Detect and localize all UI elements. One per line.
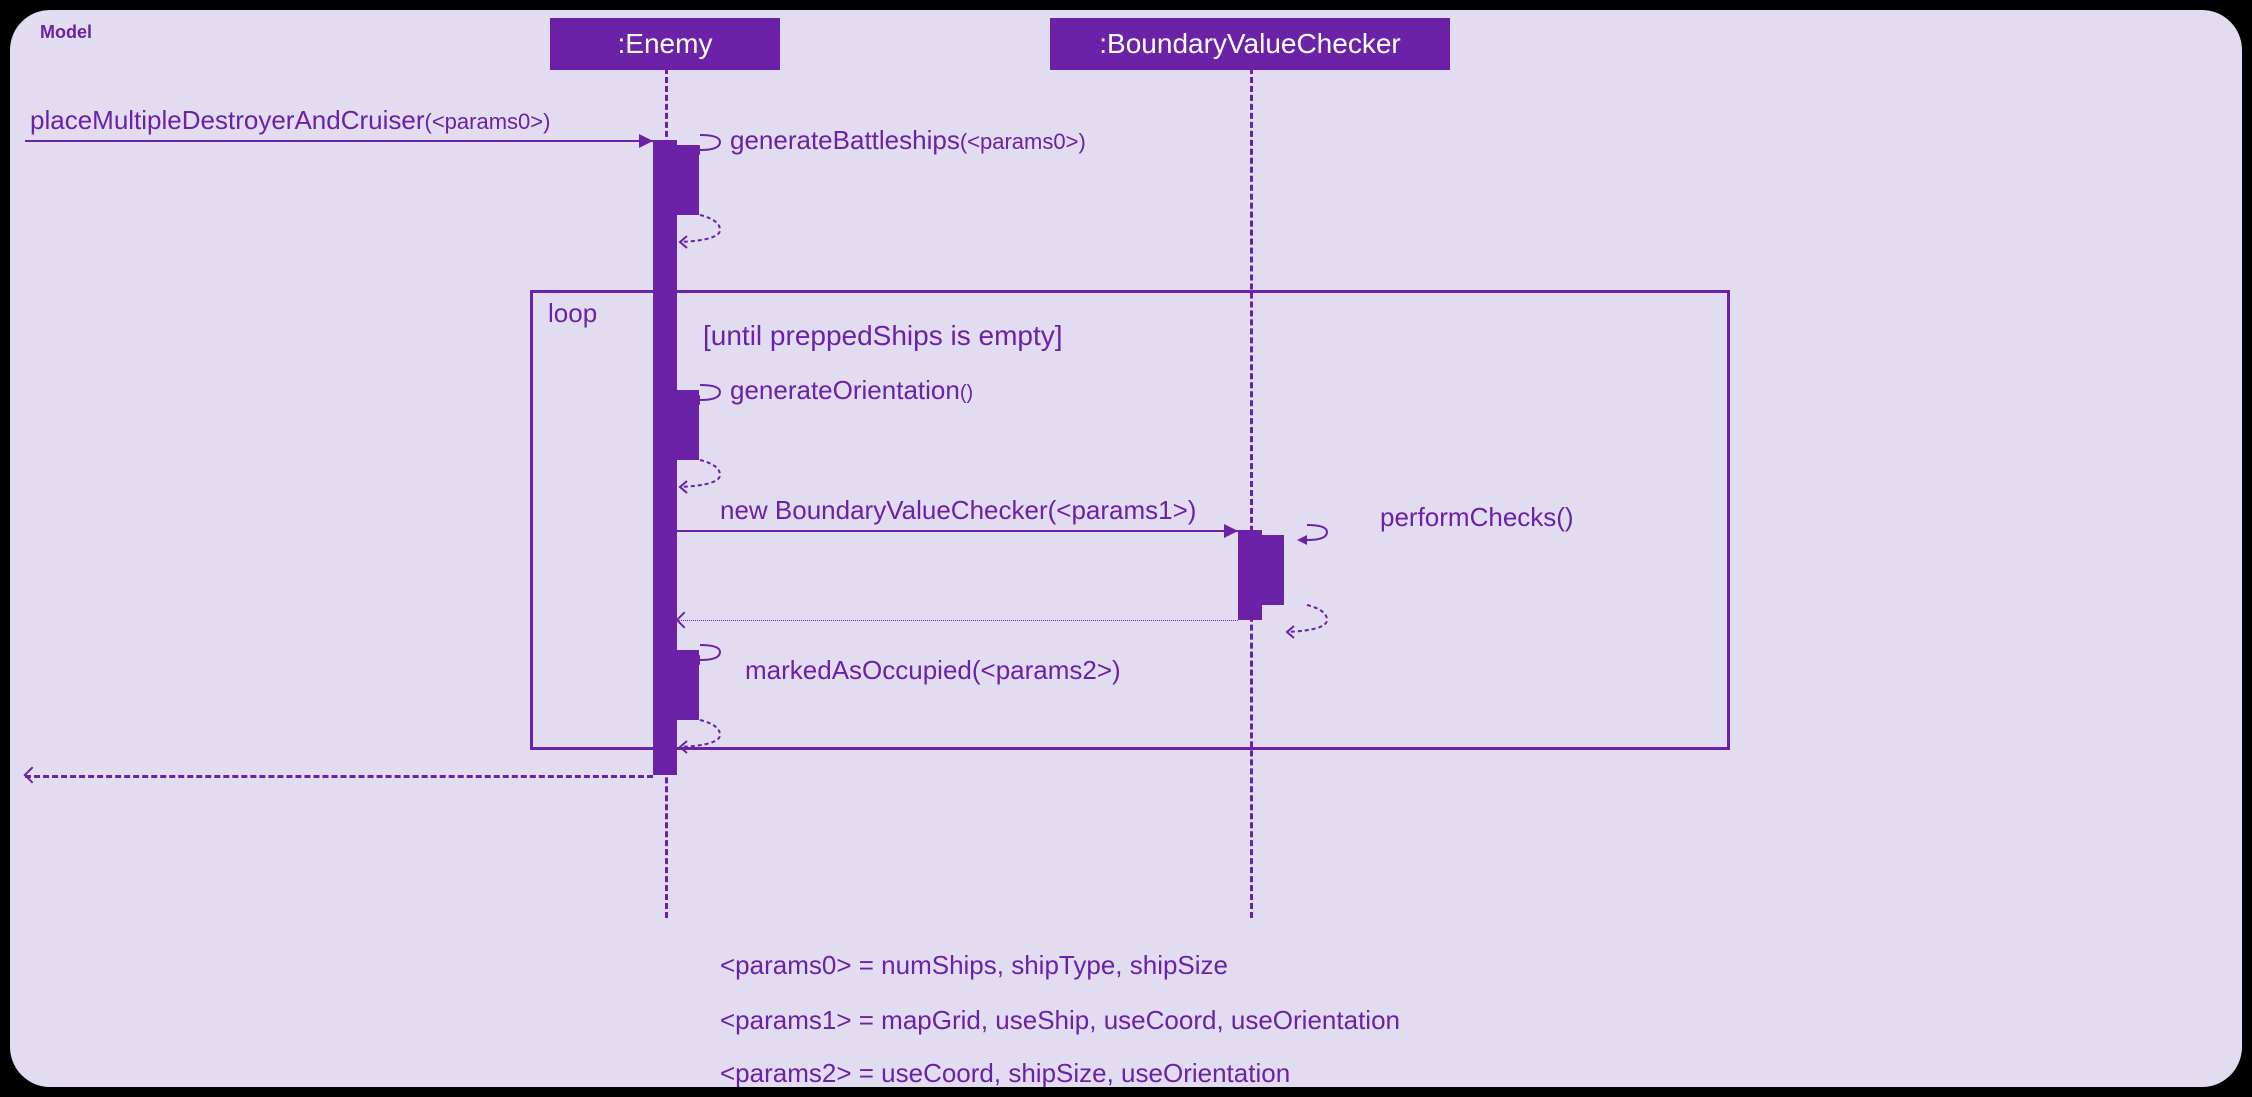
- self-loop-gen-orientation: [675, 380, 735, 410]
- sequence-diagram-frame: Model :Enemy :BoundaryValueChecker place…: [10, 10, 2242, 1087]
- msg-entry: placeMultipleDestroyerAndCruiser(<params…: [30, 105, 550, 136]
- self-return-perform-checks: [1282, 600, 1342, 640]
- loop-tab: loop: [530, 290, 650, 334]
- msg-gen-battleships: generateBattleships(<params0>): [730, 125, 1086, 156]
- arrow-entry: [639, 134, 653, 148]
- msg-gen-orientation: generateOrientation(): [730, 375, 973, 406]
- lifeline-header-enemy: :Enemy: [550, 18, 780, 70]
- self-return-gen-battleships: [675, 210, 735, 250]
- frame-label: Model: [40, 22, 92, 43]
- self-loop-gen-battleships: [675, 130, 735, 160]
- self-return-gen-orientation: [675, 455, 735, 495]
- self-return-marked-occupied: [675, 715, 735, 755]
- msg-new-bvc: new BoundaryValueChecker(<params1>): [720, 495, 1196, 526]
- footnote-params1: <params1> = mapGrid, useShip, useCoord, …: [720, 1005, 1400, 1036]
- msg-gen-orientation-params: (): [960, 382, 973, 404]
- self-loop-marked-occupied: [675, 640, 735, 670]
- msg-line-entry: [25, 140, 653, 142]
- msg-perform-checks: performChecks(): [1380, 502, 1574, 533]
- msg-marked-occupied: markedAsOccupied(<params2>): [745, 655, 1121, 686]
- arrow-return-final: [24, 767, 41, 784]
- lifeline-header-bvc: :BoundaryValueChecker: [1050, 18, 1450, 70]
- self-loop-perform-checks: [1282, 520, 1342, 550]
- arrow-new-bvc: [1224, 524, 1238, 538]
- msg-entry-name: placeMultipleDestroyerAndCruiser: [30, 105, 425, 135]
- msg-gen-battleships-params: (<params0>): [960, 129, 1086, 154]
- msg-line-new-bvc: [677, 530, 1238, 532]
- msg-gen-battleships-name: generateBattleships: [730, 125, 960, 155]
- msg-entry-params: (<params0>): [425, 109, 551, 134]
- return-line-bvc: [677, 620, 1238, 621]
- loop-guard: [until preppedShips is empty]: [703, 320, 1063, 352]
- msg-gen-orientation-name: generateOrientation: [730, 375, 960, 405]
- footnote-params2: <params2> = useCoord, shipSize, useOrien…: [720, 1058, 1290, 1087]
- return-line-final: [25, 775, 653, 778]
- footnote-params0: <params0> = numShips, shipType, shipSize: [720, 950, 1228, 981]
